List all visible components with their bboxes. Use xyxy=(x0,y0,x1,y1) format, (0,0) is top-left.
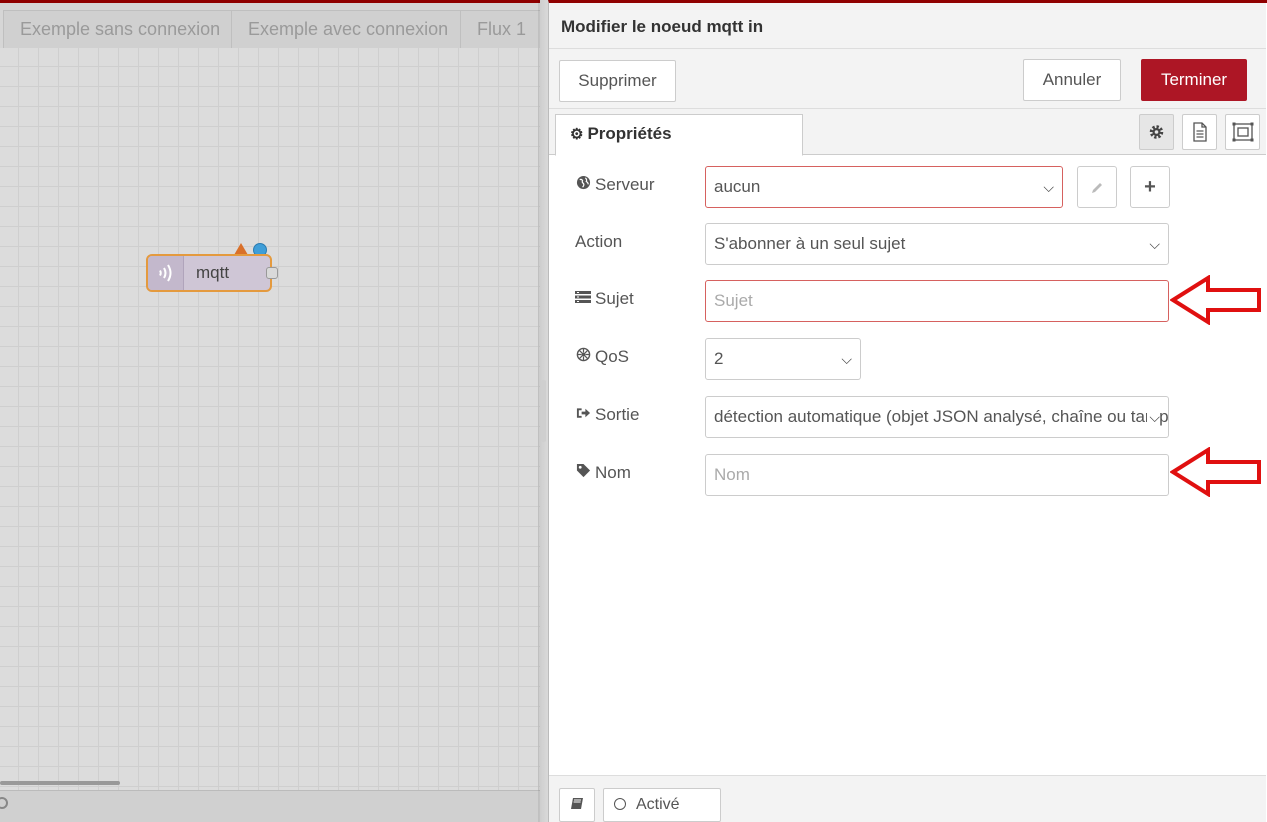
annotation-arrow-topic xyxy=(1170,275,1261,325)
search-icon[interactable] xyxy=(0,797,8,809)
tab-exemple-avec-connexion[interactable]: Exemple avec connexion xyxy=(231,10,466,48)
node-label: mqtt xyxy=(196,263,230,282)
action-label: Action xyxy=(575,232,623,251)
tray-title: Modifier le noeud mqtt in xyxy=(561,17,764,36)
tray-resize-handle[interactable] xyxy=(541,380,546,442)
topic-label: Sujet xyxy=(595,289,634,308)
tab-exemple-sans-connexion[interactable]: Exemple sans connexion xyxy=(3,10,238,48)
appearance-tab-button[interactable] xyxy=(1225,114,1260,150)
output-label: Sortie xyxy=(595,405,640,424)
settings-tab-button[interactable] xyxy=(1139,114,1174,150)
done-button[interactable]: Terminer xyxy=(1141,59,1247,101)
server-select[interactable]: aucun ⌵ xyxy=(705,166,1063,208)
globe-icon xyxy=(575,175,591,194)
action-select[interactable]: S'abonner à un seul sujet ⌵ xyxy=(705,223,1169,265)
flow-canvas[interactable] xyxy=(0,48,540,790)
mqtt-in-node[interactable]: mqtt xyxy=(146,254,278,292)
name-row: Nom xyxy=(575,453,1245,497)
tray-header: Modifier le noeud mqtt in xyxy=(549,3,1266,49)
help-book-button[interactable] xyxy=(559,788,595,822)
file-text-icon xyxy=(1193,122,1207,142)
edit-server-button[interactable] xyxy=(1077,166,1117,208)
tray-toolbar: Supprimer Annuler Terminer xyxy=(549,49,1266,109)
topic-input[interactable] xyxy=(705,280,1169,322)
tray-footer: Activé xyxy=(549,775,1266,822)
tab-properties-label: Propriétés xyxy=(587,124,672,143)
annotation-arrow-name xyxy=(1170,447,1261,497)
node-output-port[interactable] xyxy=(266,267,278,279)
sign-out-icon xyxy=(575,406,591,424)
topic-row: Sujet xyxy=(575,279,1245,323)
gear-icon xyxy=(1149,125,1164,139)
tasks-icon xyxy=(575,290,591,308)
qos-row: QoS 2 ⌵ xyxy=(575,337,1245,381)
delete-button[interactable]: Supprimer xyxy=(559,60,676,102)
server-label: Serveur xyxy=(595,175,655,194)
life-ring-icon xyxy=(575,347,591,366)
chevron-down-icon: ⌵ xyxy=(1149,236,1160,252)
add-server-button[interactable]: + xyxy=(1130,166,1170,208)
pencil-icon xyxy=(1092,183,1102,193)
description-tab-button[interactable] xyxy=(1182,114,1217,150)
qos-label: QoS xyxy=(595,347,630,366)
gear-icon: ⚙ xyxy=(570,126,584,143)
name-input[interactable] xyxy=(705,454,1169,496)
server-row: Serveur aucun ⌵ + xyxy=(575,165,1245,209)
chevron-down-icon: ⌵ xyxy=(1043,179,1054,195)
wifi-icon xyxy=(148,256,184,290)
book-icon xyxy=(571,798,583,809)
properties-form: Serveur aucun ⌵ + Action S'abonner à un … xyxy=(549,155,1266,775)
output-select[interactable]: détection automatique (objet JSON analys… xyxy=(705,396,1169,438)
circle-icon xyxy=(614,798,626,810)
node-appearance-icon xyxy=(1232,122,1254,142)
edit-tray: Modifier le noeud mqtt in Supprimer Annu… xyxy=(548,0,1267,822)
workspace-tab-bar: Exemple sans connexion Exemple avec conn… xyxy=(0,0,540,48)
output-row: Sortie détection automatique (objet JSON… xyxy=(575,395,1245,439)
qos-select[interactable]: 2 ⌵ xyxy=(705,338,861,380)
tab-properties[interactable]: ⚙ Propriétés xyxy=(555,114,803,156)
chevron-down-icon: ⌵ xyxy=(1147,397,1160,437)
tab-flux-1[interactable]: Flux 1 xyxy=(460,10,540,48)
action-row: Action S'abonner à un seul sujet ⌵ xyxy=(575,222,1245,266)
name-label: Nom xyxy=(595,463,631,482)
tray-tabs: ⚙ Propriétés xyxy=(549,109,1266,156)
node-enabled-toggle[interactable]: Activé xyxy=(603,788,721,822)
workspace: Exemple sans connexion Exemple avec conn… xyxy=(0,0,540,822)
cancel-button[interactable]: Annuler xyxy=(1023,59,1121,101)
plus-icon: + xyxy=(1144,176,1156,198)
chevron-down-icon: ⌵ xyxy=(841,351,852,367)
tag-icon xyxy=(575,463,591,482)
enabled-label: Activé xyxy=(636,796,680,813)
horizontal-scrollbar[interactable] xyxy=(0,781,120,785)
workspace-footer xyxy=(0,790,540,822)
